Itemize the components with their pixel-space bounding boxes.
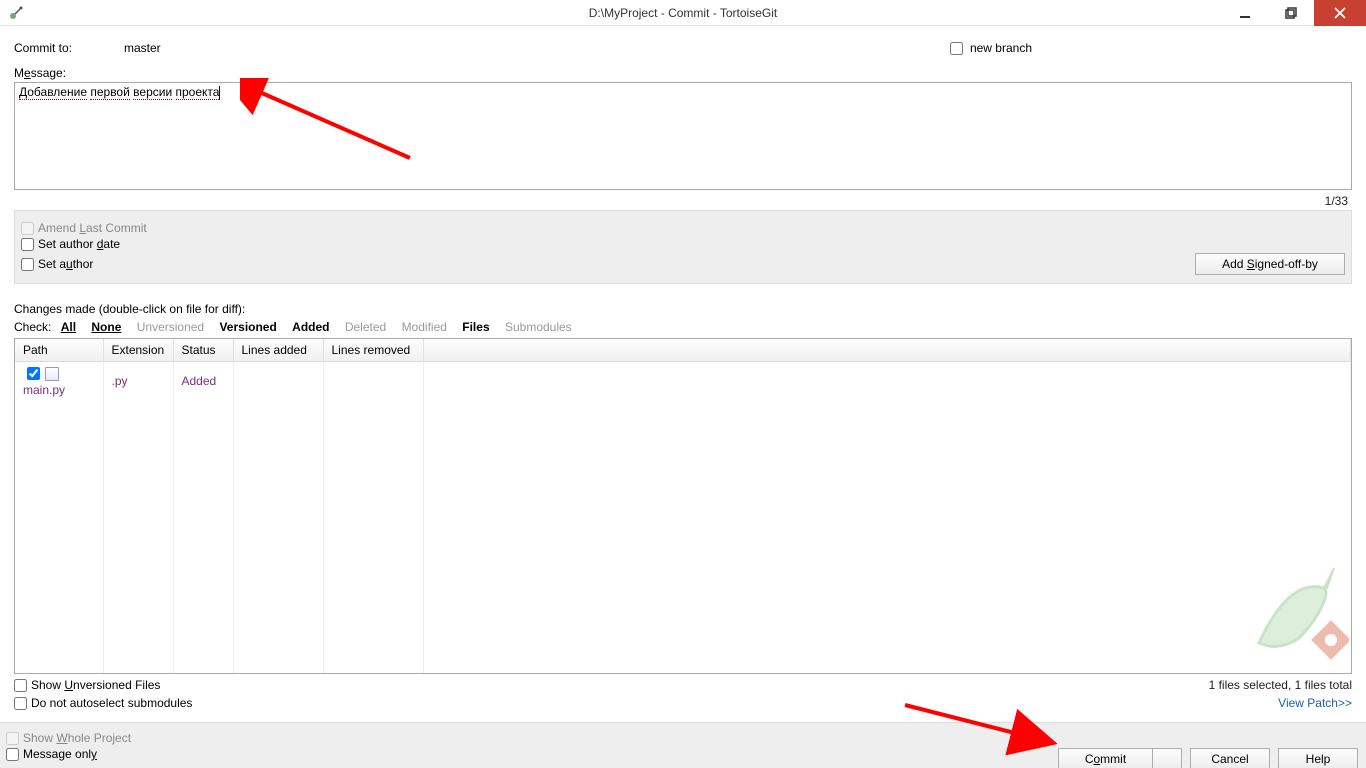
minimize-button[interactable] <box>1222 0 1268 26</box>
close-button[interactable] <box>1314 0 1366 26</box>
tortoisegit-watermark-icon <box>1229 548 1349 671</box>
filter-submodules[interactable]: Submodules <box>505 320 572 334</box>
file-list[interactable]: Path Extension Status Lines added Lines … <box>14 338 1352 674</box>
set-author-checkbox[interactable]: Set author <box>21 257 93 271</box>
bottom-bar: Show Whole Project Message only Commit C… <box>0 722 1366 768</box>
check-label: Check: <box>14 320 51 334</box>
filter-all[interactable]: All <box>61 320 76 334</box>
show-whole-project-checkbox[interactable]: Show Whole Project <box>6 731 1360 745</box>
add-signed-off-button[interactable]: Add Signed-off-by <box>1195 253 1345 275</box>
filter-unversioned[interactable]: Unversioned <box>137 320 204 334</box>
show-unversioned-label: Show Unversioned Files <box>31 678 160 692</box>
filter-modified[interactable]: Modified <box>402 320 447 334</box>
no-autoselect-label: Do not autoselect submodules <box>31 696 192 710</box>
commit-button[interactable]: Commit <box>1058 748 1152 768</box>
set-author-date-checkbox[interactable]: Set author date <box>21 237 1345 251</box>
window-title: D:\MyProject - Commit - TortoiseGit <box>0 6 1366 20</box>
new-branch-label: new branch <box>970 41 1032 55</box>
set-author-date-label: Set author date <box>38 237 120 251</box>
commit-options: Amend Last Commit Set author date Set au… <box>14 210 1352 284</box>
file-lines-removed <box>323 362 423 400</box>
filter-deleted[interactable]: Deleted <box>345 320 386 334</box>
message-char-count: 1/33 <box>14 190 1352 208</box>
app-icon <box>8 5 24 21</box>
set-author-label: Set author <box>38 257 93 271</box>
file-icon <box>45 367 59 381</box>
show-whole-project-label: Show Whole Project <box>23 731 131 745</box>
view-patch-link[interactable]: View Patch>> <box>1278 696 1352 712</box>
amend-checkbox[interactable]: Amend Last Commit <box>21 221 1345 235</box>
show-unversioned-checkbox[interactable]: Show Unversioned Files <box>14 678 1352 692</box>
commit-split-button[interactable]: Commit <box>1058 748 1182 768</box>
commit-dropdown-button[interactable] <box>1152 748 1182 768</box>
filter-versioned[interactable]: Versioned <box>219 320 276 334</box>
amend-label: Amend Last Commit <box>38 221 147 235</box>
file-lines-added <box>233 362 323 400</box>
col-lines-added[interactable]: Lines added <box>233 339 323 362</box>
no-autoselect-checkbox[interactable]: Do not autoselect submodules <box>14 696 192 710</box>
commit-message-input[interactable]: Добавление первой версии проекта <box>14 82 1352 190</box>
window-controls <box>1222 0 1366 25</box>
message-only-label: Message only <box>23 747 97 761</box>
col-lines-removed[interactable]: Lines removed <box>323 339 423 362</box>
branch-name: master <box>124 41 161 55</box>
col-spacer <box>423 339 1351 362</box>
title-bar: D:\MyProject - Commit - TortoiseGit <box>0 0 1366 26</box>
new-branch-checkbox[interactable]: new branch <box>946 39 1032 58</box>
cancel-button[interactable]: Cancel <box>1190 748 1270 768</box>
filter-added[interactable]: Added <box>292 320 329 334</box>
col-path[interactable]: Path <box>15 339 103 362</box>
file-name: main.py <box>23 383 65 397</box>
filter-row: Check: All None Unversioned Versioned Ad… <box>14 320 1352 334</box>
col-extension[interactable]: Extension <box>103 339 173 362</box>
file-status: Added <box>173 362 233 400</box>
file-checkbox[interactable] <box>27 367 40 380</box>
filter-none[interactable]: None <box>91 320 121 334</box>
maximize-button[interactable] <box>1268 0 1314 26</box>
col-status[interactable]: Status <box>173 339 233 362</box>
message-label: Message: <box>14 66 1352 80</box>
changes-made-label: Changes made (double-click on file for d… <box>14 302 1352 316</box>
file-row[interactable]: main.py .py Added <box>15 362 1351 400</box>
filter-files[interactable]: Files <box>462 320 489 334</box>
commit-message-text: Добавление первой версии проекта <box>19 85 1347 100</box>
file-ext: .py <box>103 362 173 400</box>
help-button[interactable]: Help <box>1278 748 1358 768</box>
commit-to-label: Commit to: <box>14 41 124 55</box>
